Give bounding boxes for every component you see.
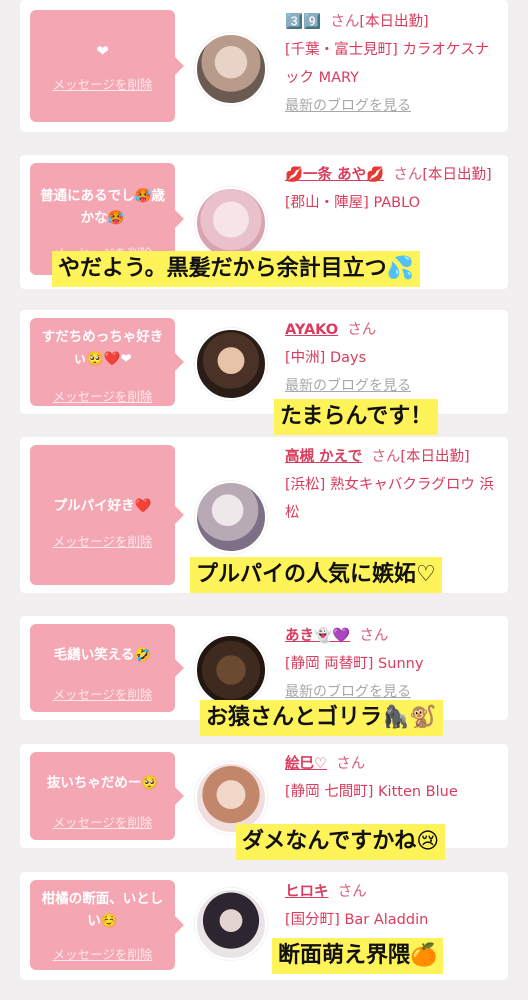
shop-name[interactable]: Kitten Blue [378, 784, 458, 800]
cast-name[interactable]: あき👻💜 [285, 628, 350, 644]
message-card: ❤ メッセージを削除 3️⃣9️⃣ さん[本日出勤] [千葉・富士見町] カラオ… [20, 0, 508, 132]
message-text: プルパイ好き❤️ [53, 498, 152, 514]
delete-message-link[interactable]: メッセージを削除 [30, 812, 175, 831]
shop-area: [中洲] [285, 350, 326, 366]
avatar[interactable] [195, 33, 267, 105]
shop-name[interactable]: Sunny [378, 656, 423, 672]
message-text: ❤ [96, 42, 109, 60]
shop-area: [静岡 七間町] [285, 784, 374, 800]
cast-info: ヒロキ さん [国分町] Bar Aladdin [285, 884, 429, 928]
caption-overlay: 断面萌え界隈🍊 [272, 938, 444, 974]
message-text: 毛繕い笑える🤣 [53, 647, 152, 663]
blog-link[interactable]: 最新のブログを見る [285, 684, 411, 700]
delete-message-link[interactable]: メッセージを削除 [30, 944, 175, 963]
message-bubble: 柑橘の断面、いとしい☺️ メッセージを削除 [30, 880, 184, 970]
shop-area: [千葉・富士見町] [285, 42, 398, 58]
message-bubble: プルパイ好き❤️ メッセージを削除 [30, 445, 184, 585]
message-text: 柑橘の断面、いとしい☺️ [41, 891, 164, 929]
message-bubble: すだちめっちゃ好きぃ🥺❤️❤ メッセージを削除 [30, 318, 184, 406]
delete-message-link[interactable]: メッセージを削除 [30, 74, 175, 93]
cast-name[interactable]: 3️⃣9️⃣ [285, 14, 321, 30]
cast-name[interactable]: 絵巳♡ [285, 756, 327, 772]
cast-info: AYAKO さん [中洲] Days 最新のブログを見る [285, 322, 411, 394]
avatar[interactable] [195, 187, 267, 259]
cast-info: 💋一条 あや💋 さん[本日出勤] [郡山・陣屋] PABLO [285, 167, 492, 211]
shop-name[interactable]: Days [330, 350, 366, 366]
caption-overlay: たまらんです！ [274, 399, 439, 435]
cast-info: 絵巳♡ さん [静岡 七間町] Kitten Blue [285, 756, 458, 800]
caption-overlay: ダメなんですかね😢 [236, 824, 446, 860]
shop-area: [郡山・陣屋] [285, 195, 369, 211]
cast-name[interactable]: 💋一条 あや💋 [285, 167, 384, 183]
message-text: すだちめっちゃ好きぃ🥺❤️❤ [41, 329, 164, 367]
cast-name[interactable]: 高槻 かえで [285, 449, 362, 465]
delete-message-link[interactable]: メッセージを削除 [30, 386, 175, 405]
avatar[interactable] [195, 481, 267, 553]
cast-info: 3️⃣9️⃣ さん[本日出勤] [千葉・富士見町] カラオケスナック MARY … [285, 14, 490, 114]
blog-link[interactable]: 最新のブログを見る [285, 98, 411, 114]
shop-name[interactable]: PABLO [373, 195, 420, 211]
caption-overlay: やだよう。黒髪だから余計目立つ💦 [52, 251, 421, 287]
shop-name[interactable]: Bar Aladdin [344, 912, 428, 928]
message-bubble: ❤ メッセージを削除 [30, 10, 184, 122]
delete-message-link[interactable]: メッセージを削除 [30, 531, 175, 550]
blog-link[interactable]: 最新のブログを見る [285, 378, 411, 394]
message-text: 抜いちゃだめー🥺 [46, 775, 159, 791]
caption-overlay: プルパイの人気に嫉妬♡ [190, 557, 442, 593]
caption-overlay: お猿さんとゴリラ🦍🐒 [200, 700, 443, 736]
message-bubble: 抜いちゃだめー🥺 メッセージを削除 [30, 752, 184, 840]
avatar[interactable] [195, 634, 267, 706]
cast-name[interactable]: AYAKO [285, 322, 338, 338]
message-text: 普通にあるでし🥵歳かな🥵 [40, 188, 165, 226]
cast-info: 高槻 かえで さん[本日出勤] [浜松] 熟女キャバクラグロウ 浜松 [285, 449, 495, 521]
cast-info: あき👻💜 さん [静岡 両替町] Sunny 最新のブログを見る [285, 628, 424, 700]
avatar[interactable] [195, 888, 267, 960]
shop-area: [国分町] [285, 912, 340, 928]
shop-area: [静岡 両替町] [285, 656, 374, 672]
avatar[interactable] [195, 328, 267, 400]
message-bubble: 毛繕い笑える🤣 メッセージを削除 [30, 624, 184, 712]
cast-name[interactable]: ヒロキ [285, 884, 329, 900]
shop-area: [浜松] [285, 477, 326, 493]
delete-message-link[interactable]: メッセージを削除 [30, 684, 175, 703]
